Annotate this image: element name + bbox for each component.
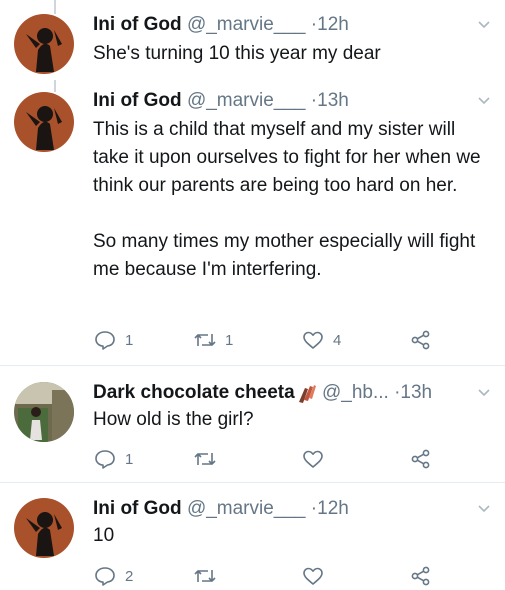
tweet[interactable]: Ini of God @_marvie___ ·13h This is a ch… <box>0 86 505 356</box>
reply-button[interactable]: 2 <box>93 562 133 590</box>
tweet-text: 10 <box>93 525 115 546</box>
display-name[interactable]: Ini of God <box>93 90 182 111</box>
timestamp[interactable]: 13h <box>317 90 349 111</box>
retweet-icon <box>194 334 216 346</box>
tweet-divider <box>0 482 505 483</box>
tweet-actions: 1 1 4 <box>93 326 493 354</box>
share-button[interactable] <box>409 562 433 590</box>
chevron-down-icon[interactable] <box>477 18 491 32</box>
user-handle[interactable]: @_hb... <box>322 382 389 403</box>
tweet-text: This is a child that myself and my siste… <box>93 119 481 280</box>
share-icon <box>411 330 430 350</box>
like-button[interactable] <box>301 562 325 590</box>
reply-count: 2 <box>125 567 134 585</box>
share-icon <box>411 449 430 469</box>
heart-icon <box>303 567 323 585</box>
chevron-down-icon[interactable] <box>477 386 491 400</box>
tweet[interactable]: Dark chocolate cheeta @_hb... ·13h How o… <box>0 378 505 478</box>
display-name[interactable]: Dark chocolate cheeta <box>93 382 295 403</box>
tweet[interactable]: Ini of God @_marvie___ ·12h 10 2 <box>0 494 505 586</box>
tweet[interactable]: Ini of God @_marvie___ ·12h She's turnin… <box>0 10 505 80</box>
tweet-header: Ini of God @_marvie___ ·13h <box>93 86 465 116</box>
display-name[interactable]: Ini of God <box>93 14 182 35</box>
avatar[interactable] <box>14 92 74 152</box>
reply-button[interactable]: 1 <box>93 326 133 354</box>
like-count: 4 <box>333 331 342 349</box>
reply-count: 1 <box>125 450 134 468</box>
heart-icon <box>303 450 323 468</box>
tweet-actions: 2 <box>93 562 493 590</box>
retweet-count: 1 <box>225 331 234 349</box>
user-handle[interactable]: @_marvie___ <box>187 498 306 519</box>
tweet-header: Ini of God @_marvie___ ·12h <box>93 10 465 40</box>
tweet-text: How old is the girl? <box>93 409 254 430</box>
user-handle[interactable]: @_marvie___ <box>187 14 306 35</box>
avatar[interactable] <box>14 382 74 442</box>
reply-icon <box>95 567 115 586</box>
tweet-actions: 1 <box>93 445 493 473</box>
share-button[interactable] <box>409 326 433 354</box>
retweet-icon <box>194 453 216 465</box>
like-button[interactable] <box>301 445 325 473</box>
heart-icon <box>303 331 323 349</box>
reply-button[interactable]: 1 <box>93 445 133 473</box>
reply-count: 1 <box>125 331 134 349</box>
avatar[interactable] <box>14 14 74 74</box>
like-button[interactable]: 4 <box>301 326 341 354</box>
tweet-header: Ini of God @_marvie___ ·12h <box>93 494 465 524</box>
user-handle[interactable]: @_marvie___ <box>187 90 306 111</box>
reply-icon <box>95 331 115 350</box>
retweet-button[interactable] <box>193 562 217 590</box>
retweet-button[interactable] <box>193 445 217 473</box>
reply-icon <box>95 450 115 469</box>
retweet-icon <box>194 570 216 582</box>
timestamp[interactable]: 12h <box>317 498 349 519</box>
timestamp[interactable]: 12h <box>317 14 349 35</box>
nail-polish-emoji-icon <box>298 384 316 403</box>
share-icon <box>411 566 430 586</box>
tweet-text: She's turning 10 this year my dear <box>93 43 381 64</box>
chevron-down-icon[interactable] <box>477 94 491 108</box>
avatar[interactable] <box>14 498 74 558</box>
display-name[interactable]: Ini of God <box>93 498 182 519</box>
share-button[interactable] <box>409 445 433 473</box>
chevron-down-icon[interactable] <box>477 502 491 516</box>
tweet-header: Dark chocolate cheeta @_hb... ·13h <box>93 378 465 408</box>
timestamp[interactable]: 13h <box>400 382 432 403</box>
tweet-divider <box>0 365 505 366</box>
retweet-button[interactable]: 1 <box>193 326 233 354</box>
